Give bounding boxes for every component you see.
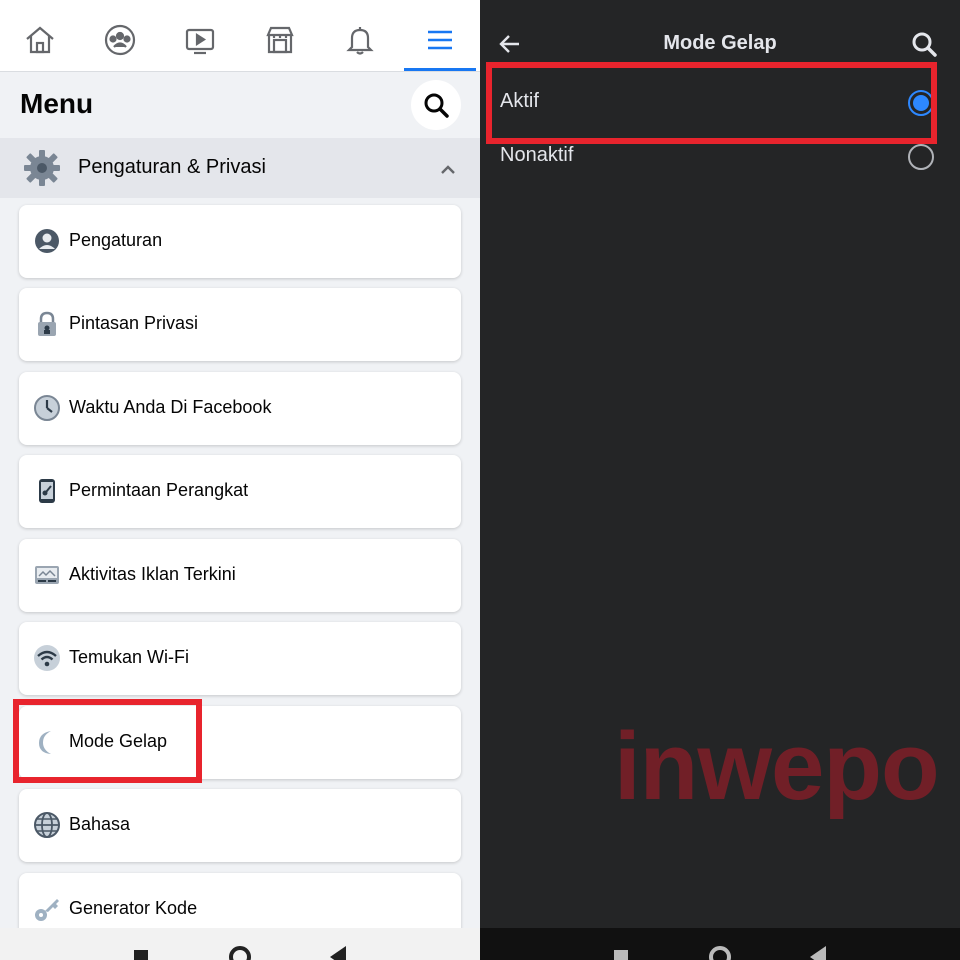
radio-nonaktif[interactable] [908, 144, 934, 170]
gear-icon [24, 150, 60, 186]
menu-item-aktivitas-iklan[interactable]: Aktivitas Iklan Terkini [19, 539, 461, 612]
watermark-logo: inwepo [614, 713, 940, 820]
highlight-box-mode-gelap [13, 699, 202, 783]
lock-icon [38, 311, 56, 336]
menu-item-label: Waktu Anda Di Facebook [69, 397, 272, 417]
system-nav-bar [0, 928, 480, 960]
clock-icon [34, 395, 60, 421]
marketplace-icon[interactable] [260, 20, 300, 60]
menu-item-label: Bahasa [69, 814, 131, 834]
account-icon [35, 229, 59, 253]
search-button[interactable] [411, 80, 461, 130]
menu-item-waktu-anda[interactable]: Waktu Anda Di Facebook [19, 372, 461, 445]
ad-activity-icon [35, 566, 59, 584]
back-button[interactable] [330, 946, 346, 960]
chevron-up-icon[interactable] [438, 160, 458, 180]
search-icon [424, 93, 449, 118]
recents-button[interactable] [614, 950, 628, 960]
menu-item-permintaan-perangkat[interactable]: Permintaan Perangkat [19, 455, 461, 528]
menu-icon[interactable] [420, 20, 460, 60]
recents-button[interactable] [134, 950, 148, 960]
menu-item-label: Generator Kode [69, 898, 198, 918]
page-title: Mode Gelap [663, 32, 777, 54]
system-nav-bar [480, 928, 960, 960]
home-button[interactable] [229, 946, 251, 960]
search-icon[interactable] [910, 30, 938, 58]
menu-item-temukan-wifi[interactable]: Temukan Wi-Fi [19, 622, 461, 695]
wifi-icon [34, 645, 60, 671]
page-title: Menu [20, 88, 94, 119]
menu-header: Menu [0, 72, 480, 136]
menu-item-pengaturan[interactable]: Pengaturan [19, 205, 461, 278]
globe-icon [34, 812, 60, 838]
menu-item-bahasa[interactable]: Bahasa [19, 789, 461, 862]
menu-item-label: Temukan Wi-Fi [69, 647, 190, 667]
groups-icon[interactable] [100, 20, 140, 60]
menu-item-label: Pintasan Privasi [69, 313, 199, 333]
highlight-box-aktif [486, 62, 937, 144]
home-button[interactable] [709, 946, 731, 960]
home-icon[interactable] [20, 20, 60, 60]
section-label: Pengaturan & Privasi [78, 156, 266, 178]
menu-item-pintasan-privasi[interactable]: Pintasan Privasi [19, 288, 461, 361]
notifications-icon[interactable] [340, 20, 380, 60]
back-button[interactable] [810, 946, 826, 960]
option-label: Nonaktif [500, 144, 574, 166]
settings-menu-screen: Menu Pengaturan & Privasi Pengaturan Pin… [0, 0, 480, 960]
menu-item-label: Pengaturan [69, 230, 163, 250]
key-icon [35, 899, 59, 921]
dark-mode-screen: Mode Gelap Aktif Nonaktif inwepo [480, 0, 960, 960]
menu-item-label: Permintaan Perangkat [69, 480, 249, 500]
active-tab-indicator [404, 68, 476, 71]
watch-icon[interactable] [180, 20, 220, 60]
menu-item-label: Aktivitas Iklan Terkini [69, 564, 236, 584]
top-tab-bar [0, 0, 480, 72]
phone-key-icon [39, 479, 55, 503]
